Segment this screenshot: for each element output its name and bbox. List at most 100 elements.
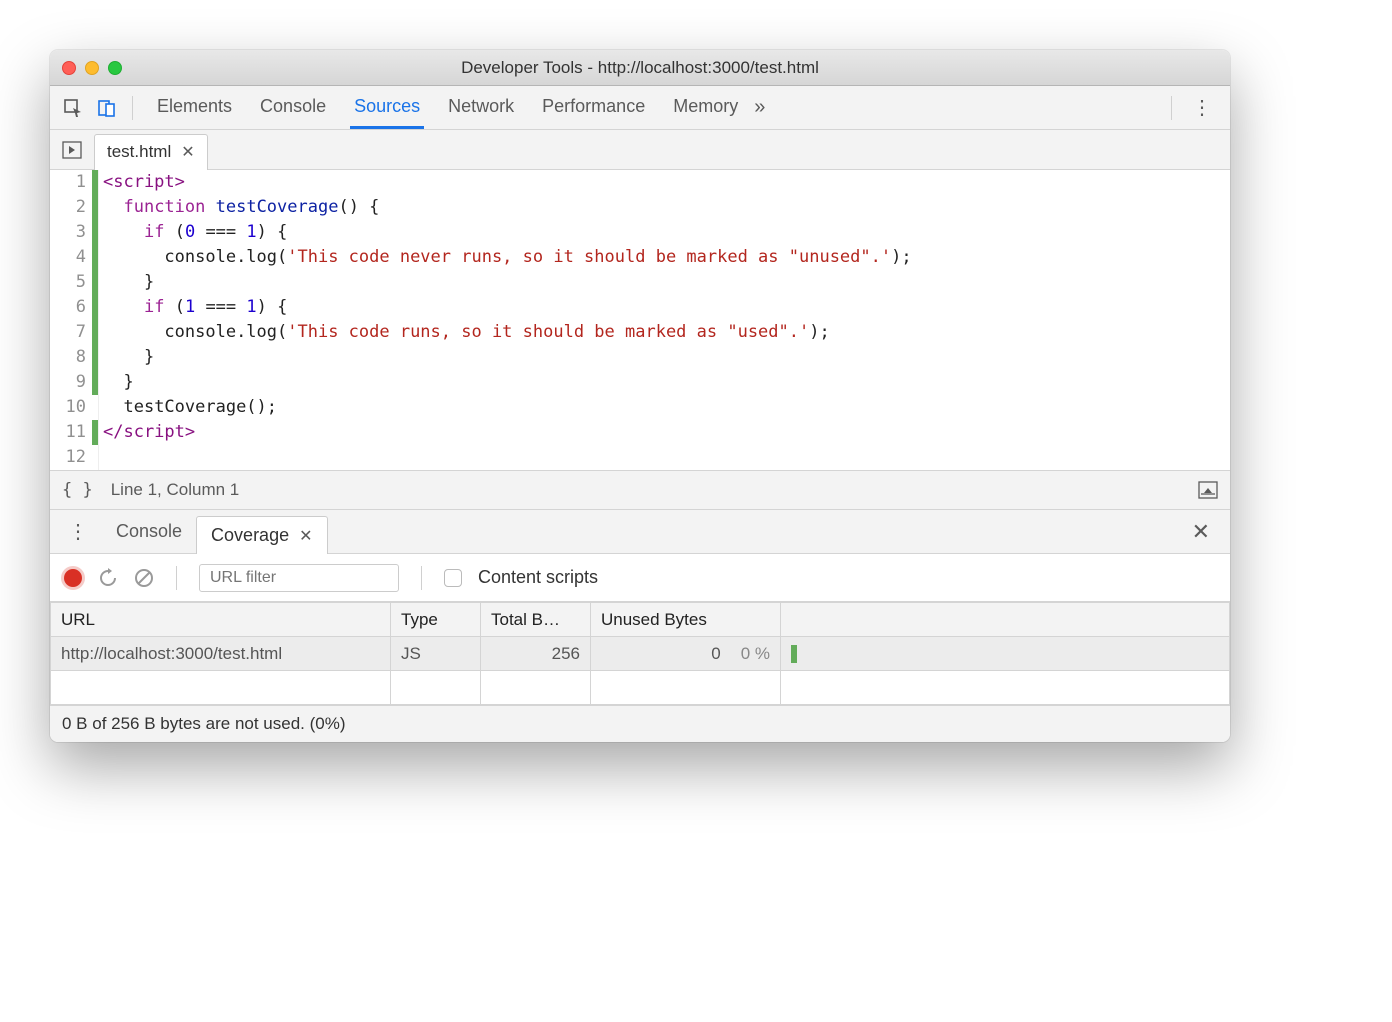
coverage-marker (92, 295, 98, 320)
code-line[interactable]: if (1 === 1) { (103, 295, 1230, 320)
source-editor[interactable]: 123456789101112 <script> function testCo… (50, 170, 1230, 470)
coverage-marker (92, 320, 98, 345)
col-total[interactable]: Total B… (481, 603, 591, 637)
zoom-window-button[interactable] (108, 61, 122, 75)
code-line[interactable]: } (103, 370, 1230, 395)
coverage-marker (92, 195, 98, 220)
panel-tab-console[interactable]: Console (256, 86, 330, 129)
show-navigator-icon[interactable] (50, 141, 94, 159)
coverage-marker (92, 170, 98, 195)
gutter-line[interactable]: 12 (50, 445, 98, 470)
window-title: Developer Tools - http://localhost:3000/… (60, 58, 1220, 78)
line-number: 6 (50, 295, 92, 320)
drawer-tab-console[interactable]: Console (102, 510, 196, 553)
file-tab-label: test.html (107, 142, 171, 162)
code-line[interactable]: } (103, 270, 1230, 295)
coverage-row[interactable]: http://localhost:3000/test.htmlJS25600 % (51, 637, 1230, 671)
url-filter-input[interactable] (199, 564, 399, 592)
gutter-line[interactable]: 4 (50, 245, 98, 270)
coverage-marker (92, 370, 98, 395)
panel-tab-network[interactable]: Network (444, 86, 518, 129)
cell-total: 256 (481, 637, 591, 671)
line-number: 11 (50, 420, 92, 445)
line-gutter: 123456789101112 (50, 170, 99, 470)
code-line[interactable]: <script> (103, 170, 1230, 195)
gutter-line[interactable]: 7 (50, 320, 98, 345)
gutter-line[interactable]: 2 (50, 195, 98, 220)
titlebar: Developer Tools - http://localhost:3000/… (50, 50, 1230, 86)
cell-bar (781, 637, 1230, 671)
line-number: 1 (50, 170, 92, 195)
code-line[interactable]: console.log('This code never runs, so it… (103, 245, 1230, 270)
gutter-line[interactable]: 9 (50, 370, 98, 395)
close-drawer-tab-icon[interactable]: ✕ (299, 526, 312, 546)
line-number: 9 (50, 370, 92, 395)
table-header-row: URL Type Total B… Unused Bytes (51, 603, 1230, 637)
gutter-line[interactable]: 6 (50, 295, 98, 320)
gutter-line[interactable]: 1 (50, 170, 98, 195)
gutter-line[interactable]: 8 (50, 345, 98, 370)
code-line[interactable]: function testCoverage() { (103, 195, 1230, 220)
coverage-marker (92, 245, 98, 270)
panel-tab-elements[interactable]: Elements (153, 86, 236, 129)
close-window-button[interactable] (62, 61, 76, 75)
coverage-marker (92, 420, 98, 445)
editor-status-bar: { } Line 1, Column 1 (50, 470, 1230, 510)
coverage-row-empty (51, 671, 1230, 705)
file-tabs-bar: test.html ✕ (50, 130, 1230, 170)
drawer-tabs: ⋮ Console Coverage ✕ ✕ (50, 510, 1230, 554)
gutter-line[interactable]: 10 (50, 395, 98, 420)
inspect-element-icon[interactable] (58, 93, 88, 123)
panel-tab-sources[interactable]: Sources (350, 86, 424, 129)
usage-bar (791, 645, 797, 663)
code-line[interactable]: console.log('This code runs, so it shoul… (103, 320, 1230, 345)
main-toolbar: Elements Console Sources Network Performance… (50, 86, 1230, 130)
coverage-table: URL Type Total B… Unused Bytes http://lo… (50, 602, 1230, 705)
code-line[interactable]: </script> (103, 420, 1230, 445)
line-number: 5 (50, 270, 92, 295)
toggle-panel-icon[interactable] (1198, 481, 1218, 499)
cell-url: http://localhost:3000/test.html (51, 637, 391, 671)
gutter-line[interactable]: 11 (50, 420, 98, 445)
line-number: 3 (50, 220, 92, 245)
content-scripts-label: Content scripts (478, 567, 598, 588)
line-number: 4 (50, 245, 92, 270)
more-panels-icon[interactable]: » (754, 96, 765, 119)
col-bar[interactable] (781, 603, 1230, 637)
minimize-window-button[interactable] (85, 61, 99, 75)
code-content[interactable]: <script> function testCoverage() { if (0… (99, 170, 1230, 470)
device-toolbar-icon[interactable] (92, 93, 122, 123)
close-tab-icon[interactable]: ✕ (181, 142, 194, 162)
close-drawer-icon[interactable]: ✕ (1178, 519, 1224, 545)
drawer-tab-coverage[interactable]: Coverage ✕ (196, 516, 327, 554)
panel-tab-memory[interactable]: Memory (669, 86, 742, 129)
drawer-tab-label: Coverage (211, 525, 289, 546)
gutter-line[interactable]: 5 (50, 270, 98, 295)
drawer-tab-label: Console (116, 521, 182, 542)
record-button[interactable] (64, 569, 82, 587)
line-number: 7 (50, 320, 92, 345)
reload-icon[interactable] (98, 568, 118, 588)
file-tab-test-html[interactable]: test.html ✕ (94, 134, 208, 170)
code-line[interactable]: } (103, 345, 1230, 370)
coverage-toolbar: Content scripts (50, 554, 1230, 602)
gutter-line[interactable]: 3 (50, 220, 98, 245)
coverage-marker (92, 220, 98, 245)
window-controls (62, 61, 122, 75)
col-url[interactable]: URL (51, 603, 391, 637)
col-unused[interactable]: Unused Bytes (591, 603, 781, 637)
coverage-marker (92, 345, 98, 370)
pretty-print-icon[interactable]: { } (62, 480, 93, 500)
coverage-marker (92, 270, 98, 295)
line-number: 2 (50, 195, 92, 220)
panel-tab-performance[interactable]: Performance (538, 86, 649, 129)
settings-menu-icon[interactable]: ⋮ (1182, 95, 1222, 120)
coverage-marker (92, 445, 98, 470)
devtools-window: Developer Tools - http://localhost:3000/… (50, 50, 1230, 742)
code-line[interactable]: testCoverage(); (103, 395, 1230, 420)
clear-icon[interactable] (134, 568, 154, 588)
content-scripts-checkbox[interactable] (444, 569, 462, 587)
drawer-menu-icon[interactable]: ⋮ (56, 519, 100, 544)
col-type[interactable]: Type (391, 603, 481, 637)
code-line[interactable]: if (0 === 1) { (103, 220, 1230, 245)
